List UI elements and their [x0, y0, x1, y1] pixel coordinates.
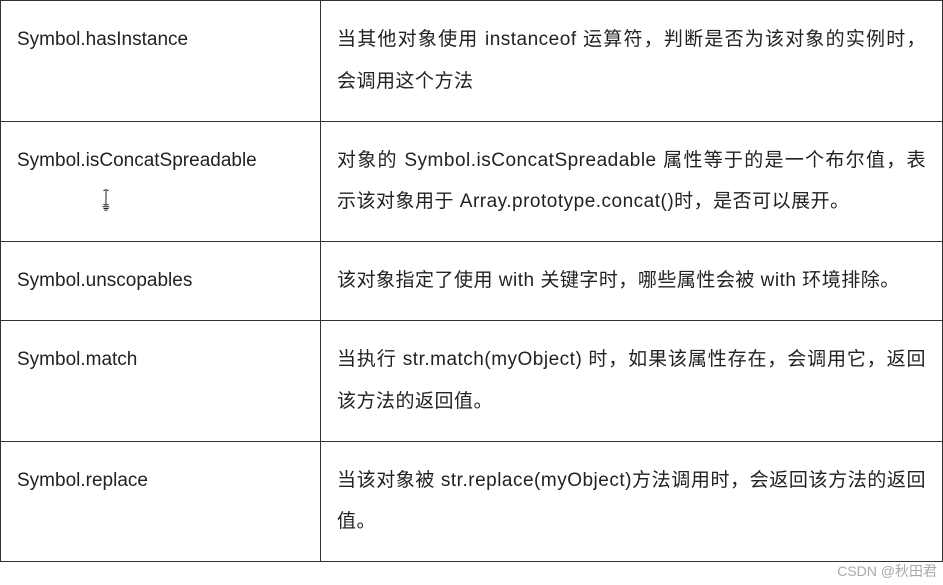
- table-row: Symbol.match 当执行 str.match(myObject) 时，如…: [1, 320, 943, 441]
- symbol-description: 当执行 str.match(myObject) 时，如果该属性存在，会调用它，返…: [337, 349, 926, 412]
- symbol-desc-cell: 对象的 Symbol.isConcatSpreadable 属性等于的是一个布尔…: [321, 121, 943, 242]
- symbol-description: 该对象指定了使用 with 关键字时，哪些属性会被 with 环境排除。: [337, 270, 900, 291]
- table-row: Symbol.isConcatSpreadable 对象的 Symbol.isC…: [1, 121, 943, 242]
- symbol-name-cell: Symbol.isConcatSpreadable: [1, 121, 321, 242]
- symbol-description: 当该对象被 str.replace(myObject)方法调用时，会返回该方法的…: [337, 470, 926, 533]
- text-cursor-icon: [97, 189, 115, 215]
- symbol-name: Symbol.unscopables: [17, 270, 192, 291]
- table-row: Symbol.unscopables 该对象指定了使用 with 关键字时，哪些…: [1, 242, 943, 321]
- symbol-description: 当其他对象使用 instanceof 运算符，判断是否为该对象的实例时，会调用这…: [337, 29, 926, 92]
- symbol-desc-cell: 当其他对象使用 instanceof 运算符，判断是否为该对象的实例时，会调用这…: [321, 1, 943, 122]
- watermark: CSDN @秋田君: [837, 561, 937, 581]
- symbol-name-cell: Symbol.hasInstance: [1, 1, 321, 122]
- symbol-name-cell: Symbol.unscopables: [1, 242, 321, 321]
- symbol-desc-cell: 当该对象被 str.replace(myObject)方法调用时，会返回该方法的…: [321, 441, 943, 562]
- symbol-name: Symbol.hasInstance: [17, 29, 188, 50]
- symbol-table: Symbol.hasInstance 当其他对象使用 instanceof 运算…: [0, 0, 943, 562]
- symbol-name: Symbol.replace: [17, 470, 148, 491]
- symbol-name-cell: Symbol.replace: [1, 441, 321, 562]
- symbol-desc-cell: 当执行 str.match(myObject) 时，如果该属性存在，会调用它，返…: [321, 320, 943, 441]
- symbol-description: 对象的 Symbol.isConcatSpreadable 属性等于的是一个布尔…: [337, 150, 926, 213]
- symbol-desc-cell: 该对象指定了使用 with 关键字时，哪些属性会被 with 环境排除。: [321, 242, 943, 321]
- symbol-name-cell: Symbol.match: [1, 320, 321, 441]
- symbol-name: Symbol.isConcatSpreadable: [17, 150, 257, 171]
- table-row: Symbol.replace 当该对象被 str.replace(myObjec…: [1, 441, 943, 562]
- symbol-name: Symbol.match: [17, 349, 137, 370]
- table-row: Symbol.hasInstance 当其他对象使用 instanceof 运算…: [1, 1, 943, 122]
